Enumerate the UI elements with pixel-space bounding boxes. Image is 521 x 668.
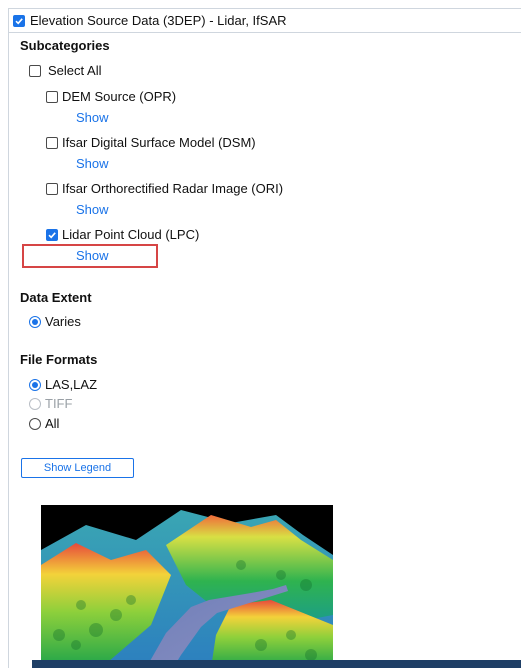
file-format-option-laslaz: LAS,LAZ [29, 377, 97, 392]
all-radio[interactable] [29, 417, 41, 430]
varies-label: Varies [45, 314, 81, 329]
file-format-option-all: All [29, 416, 59, 431]
ifsar-ori-label: Ifsar Orthorectified Radar Image (ORI) [62, 181, 284, 196]
data-extent-title: Data Extent [20, 290, 92, 305]
checkmark-icon [48, 231, 56, 238]
lidar-lpc-label: Lidar Point Cloud (LPC) [62, 227, 200, 242]
lidar-lpc-checkbox[interactable] [46, 228, 58, 241]
subcategories-title: Subcategories [20, 38, 110, 53]
ifsar-dsm-label: Ifsar Digital Surface Model (DSM) [62, 135, 256, 150]
dataset-title: Elevation Source Data (3DEP) - Lidar, If… [30, 13, 287, 28]
dataset-checkbox[interactable] [13, 14, 25, 27]
dem-source-label: DEM Source (OPR) [62, 89, 177, 104]
select-all-checkbox[interactable] [29, 64, 41, 77]
all-label: All [45, 416, 60, 431]
select-all-label: Select All [48, 63, 102, 78]
show-legend-button[interactable]: Show Legend [21, 458, 134, 478]
varies-radio[interactable] [29, 315, 41, 328]
select-all-row: Select All [29, 63, 101, 78]
dataset-panel: Elevation Source Data (3DEP) - Lidar, If… [8, 8, 521, 668]
checkmark-icon [15, 17, 23, 24]
laslaz-label: LAS,LAZ [45, 377, 98, 392]
dataset-header: Elevation Source Data (3DEP) - Lidar, If… [9, 8, 521, 33]
file-formats-title: File Formats [20, 352, 98, 367]
ifsar-ori-show-link[interactable]: Show [76, 202, 109, 217]
subcategory-row-dem-source: DEM Source (OPR) [46, 89, 176, 104]
file-format-option-tiff: TIFF [29, 396, 72, 411]
dem-source-checkbox[interactable] [46, 90, 58, 103]
tiff-radio [29, 397, 41, 410]
ifsar-dsm-checkbox[interactable] [46, 136, 58, 149]
ifsar-dsm-show-link[interactable]: Show [76, 156, 109, 171]
bottom-bar [32, 660, 521, 668]
subcategory-row-ifsar-ori: Ifsar Orthorectified Radar Image (ORI) [46, 181, 283, 196]
lidar-point-cloud-illustration [41, 505, 333, 668]
tiff-label: TIFF [45, 396, 73, 411]
laslaz-radio[interactable] [29, 378, 41, 391]
subcategory-row-lidar-lpc: Lidar Point Cloud (LPC) [46, 227, 199, 242]
dem-source-show-link[interactable]: Show [76, 110, 109, 125]
ifsar-ori-checkbox[interactable] [46, 182, 58, 195]
lidar-lpc-show-link[interactable]: Show [76, 248, 109, 263]
data-extent-option-varies: Varies [29, 314, 81, 329]
lidar-preview-image [41, 505, 333, 668]
subcategory-row-ifsar-dsm: Ifsar Digital Surface Model (DSM) [46, 135, 256, 150]
